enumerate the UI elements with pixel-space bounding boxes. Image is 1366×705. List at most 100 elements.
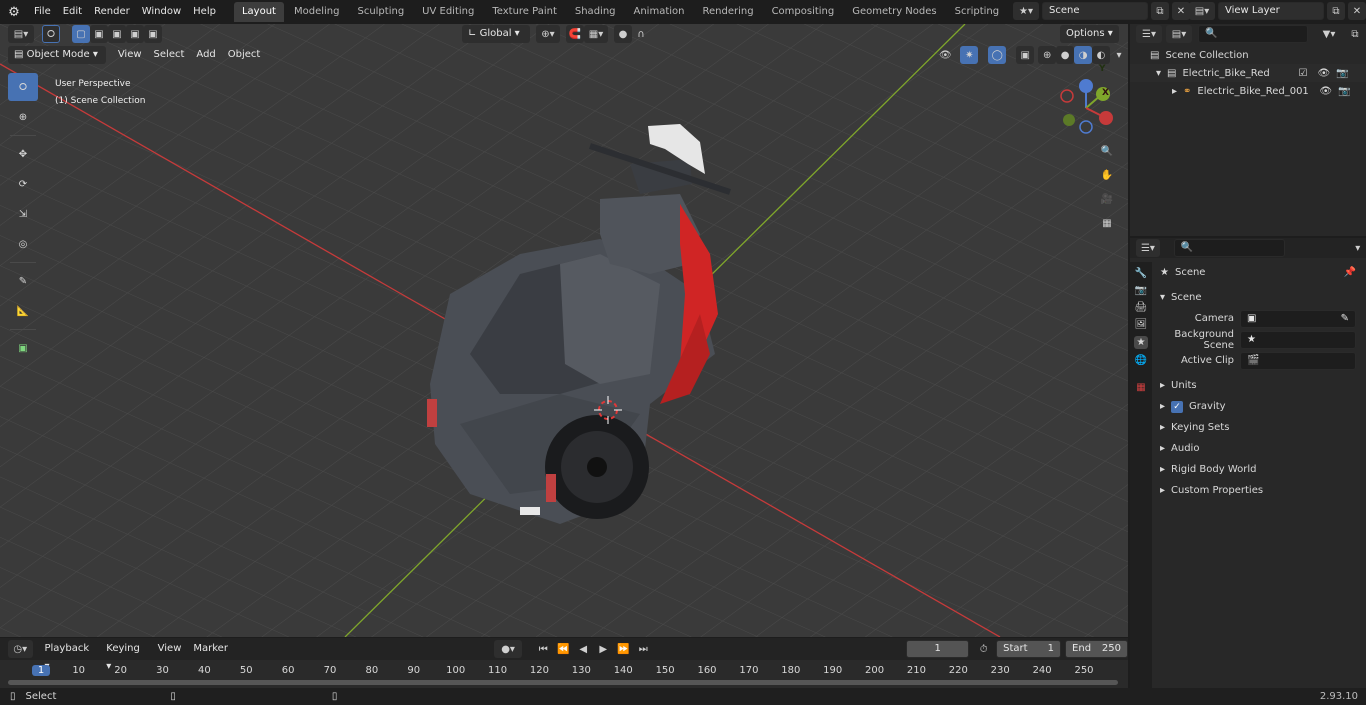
prev-keyframe-icon[interactable]: ⏪: [554, 640, 572, 658]
scale-tool-icon[interactable]: ⇲: [8, 200, 38, 228]
delete-scene-icon[interactable]: ✕: [1172, 2, 1190, 20]
3d-viewport[interactable]: User Perspective (1) Scene Collection Z …: [0, 24, 1128, 637]
view-layer-field[interactable]: View Layer: [1218, 2, 1324, 20]
mode-extend-selection-icon[interactable]: ▣: [90, 25, 108, 43]
proportional-falloff-icon[interactable]: ∩: [632, 25, 650, 43]
menu-help[interactable]: Help: [187, 0, 222, 24]
tab-rendering[interactable]: Rendering: [694, 2, 761, 22]
select-box-tool-icon[interactable]: ⭘: [8, 73, 38, 101]
grid-projection-icon[interactable]: ▦: [1098, 214, 1116, 232]
timeline-panel[interactable]: ◷▾ Playback ▾ Keying ▾ View Marker ●▾ ⏮ …: [0, 637, 1129, 688]
current-frame-field[interactable]: 1: [906, 640, 970, 658]
measure-tool-icon[interactable]: 📐: [8, 297, 38, 325]
background-scene-field[interactable]: ★: [1240, 330, 1356, 349]
menu-render[interactable]: Render: [88, 0, 136, 24]
transform-orientation-dropdown[interactable]: ∟ Global ▾: [462, 25, 530, 43]
play-icon[interactable]: ▶: [594, 640, 612, 658]
stopwatch-icon[interactable]: ⏱: [975, 640, 992, 658]
subpanel-audio[interactable]: ▸ Audio: [1154, 438, 1364, 459]
visibility-filter-icon[interactable]: 👁: [936, 46, 954, 64]
properties-panel[interactable]: ☰▾ 🔍 ▾ ★ Scene 📌 ▾ Scene Camera ▣ ✎ Back…: [1130, 238, 1366, 688]
jump-start-icon[interactable]: ⏮: [534, 640, 552, 658]
render-camera-icon[interactable]: 📷: [1336, 68, 1348, 79]
tab-shading[interactable]: Shading: [567, 2, 624, 22]
timeline-menu-playback[interactable]: Playback ▾: [39, 640, 101, 672]
blender-logo-icon[interactable]: ⚙: [0, 5, 28, 20]
timeline-menu-keying[interactable]: Keying ▾: [100, 640, 151, 672]
pivot-point-icon[interactable]: ⊕▾: [536, 25, 560, 43]
annotate-tool-icon[interactable]: ✎: [8, 267, 38, 295]
outliner-editor-type-icon[interactable]: ☰▾: [1136, 25, 1162, 43]
tool-settings-tab-icon[interactable]: 🔧: [1135, 268, 1147, 279]
scene-name-field[interactable]: Scene: [1042, 2, 1148, 20]
tab-layout[interactable]: Layout: [233, 2, 284, 22]
start-frame-field[interactable]: Start 1: [996, 640, 1062, 658]
view-layer-icon[interactable]: ▤▾: [1189, 2, 1215, 20]
render-tab-icon[interactable]: 📷: [1135, 285, 1147, 296]
pan-hand-icon[interactable]: ✋: [1098, 166, 1116, 184]
subpanel-keying-sets[interactable]: ▸ Keying Sets: [1154, 417, 1364, 438]
tab-geometry-nodes[interactable]: Geometry Nodes: [844, 2, 944, 22]
mode-intersect-selection-icon[interactable]: ▣: [144, 25, 162, 43]
object-mode-dropdown[interactable]: ▤ Object Mode ▾: [8, 46, 106, 64]
properties-editor-type-icon[interactable]: ☰▾: [1136, 239, 1160, 257]
shading-material-icon[interactable]: ◑: [1074, 46, 1093, 64]
eye-icon[interactable]: 👁: [1319, 86, 1332, 97]
menu-edit[interactable]: Edit: [57, 0, 88, 24]
outliner-panel[interactable]: ☰▾ ▤▾ 🔍 ▼▾ ⧉ ▤ Scene Collection ▾ ▤ Elec…: [1130, 24, 1366, 236]
move-tool-icon[interactable]: ✥: [8, 140, 38, 168]
scene-tab-icon[interactable]: ★: [1133, 336, 1149, 349]
properties-options-icon[interactable]: ▾: [1349, 239, 1366, 257]
delete-view-layer-icon[interactable]: ✕: [1348, 2, 1366, 20]
subpanel-custom-properties[interactable]: ▸ Custom Properties: [1154, 480, 1364, 501]
zoom-icon[interactable]: 🔍: [1098, 142, 1116, 160]
snap-target-icon[interactable]: ▦▾: [584, 25, 608, 43]
eye-icon[interactable]: 👁: [1317, 68, 1330, 79]
current-frame-indicator[interactable]: 1: [32, 665, 50, 676]
menu-window[interactable]: Window: [136, 0, 187, 24]
editor-type-icon[interactable]: ▤▾: [8, 25, 34, 43]
tab-texture-paint[interactable]: Texture Paint: [484, 2, 565, 22]
timeline-menu-view[interactable]: View: [152, 637, 188, 661]
transform-tool-icon[interactable]: ◎: [8, 230, 38, 258]
new-view-layer-icon[interactable]: ⧉: [1327, 2, 1345, 20]
shading-options-icon[interactable]: ▾: [1110, 46, 1128, 64]
end-frame-field[interactable]: End 250: [1065, 640, 1129, 658]
properties-search-input[interactable]: 🔍: [1173, 239, 1286, 257]
tab-sculpting[interactable]: Sculpting: [349, 2, 412, 22]
exclude-checkbox-icon[interactable]: ☑: [1298, 68, 1307, 79]
jump-end-icon[interactable]: ⏭: [634, 640, 652, 658]
timeline-editor-type-icon[interactable]: ◷▾: [8, 640, 33, 658]
new-collection-icon[interactable]: ⧉: [1346, 25, 1364, 43]
add-cube-tool-icon[interactable]: ▣: [8, 334, 38, 362]
output-tab-icon[interactable]: 🖨: [1135, 302, 1148, 313]
overlay-toggle-icon[interactable]: ◯: [988, 46, 1007, 64]
subpanel-rigid-body-world[interactable]: ▸ Rigid Body World: [1154, 459, 1364, 480]
camera-view-icon[interactable]: 🎥: [1098, 190, 1116, 208]
shading-wireframe-icon[interactable]: ⊕: [1038, 46, 1057, 64]
eyedropper-icon[interactable]: ✎: [1341, 311, 1349, 327]
filter-icon[interactable]: ▼▾: [1316, 25, 1342, 43]
rotate-tool-icon[interactable]: ⟳: [8, 170, 38, 198]
cursor-tool-icon[interactable]: ⊕: [8, 103, 38, 131]
gravity-checkbox[interactable]: ✓: [1171, 400, 1184, 413]
scene-icon[interactable]: ★▾: [1013, 2, 1039, 20]
tab-modeling[interactable]: Modeling: [286, 2, 348, 22]
outliner-row-electric-bike-red-001[interactable]: ▸ ⚭ Electric_Bike_Red_001 👁 📷: [1130, 82, 1366, 100]
snap-toggle-icon[interactable]: 🧲: [566, 25, 584, 43]
scene-panel-header[interactable]: ▾ Scene: [1154, 287, 1364, 308]
mode-new-selection-icon[interactable]: ▢: [72, 25, 90, 43]
select-tool-icon[interactable]: ⭘: [42, 25, 60, 43]
options-dropdown[interactable]: Options ▾: [1060, 25, 1119, 43]
mode-invert-selection-icon[interactable]: ▣: [126, 25, 144, 43]
auto-keying-icon[interactable]: ●▾: [493, 640, 523, 658]
new-scene-icon[interactable]: ⧉: [1151, 2, 1169, 20]
viewport-menu-object[interactable]: Object: [222, 43, 267, 67]
xray-toggle-icon[interactable]: ▣: [1016, 46, 1035, 64]
active-clip-field[interactable]: 🎬: [1240, 351, 1356, 370]
viewport-menu-select[interactable]: Select: [148, 43, 191, 67]
tab-animation[interactable]: Animation: [626, 2, 693, 22]
subpanel-units[interactable]: ▸ Units: [1154, 375, 1364, 396]
timeline-menu-marker[interactable]: Marker: [187, 637, 234, 661]
expand-arrow-icon[interactable]: ▾: [1156, 68, 1161, 79]
